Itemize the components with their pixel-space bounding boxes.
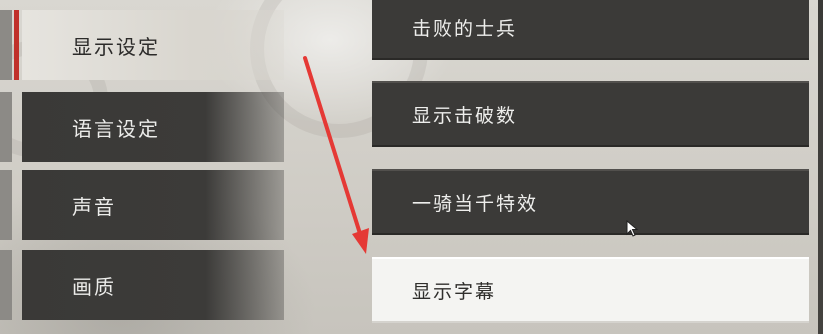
mouse-cursor-icon bbox=[626, 220, 639, 237]
active-indicator bbox=[14, 10, 19, 80]
menu-edge bbox=[0, 250, 12, 320]
menu-item-label: 语言设定 bbox=[72, 116, 160, 141]
option-label: 显示字幕 bbox=[412, 280, 497, 303]
menu-item-language[interactable]: 语言设定 bbox=[22, 92, 284, 162]
menu-edge bbox=[0, 170, 12, 240]
option-defeated-soldiers[interactable]: 击败的士兵 bbox=[372, 0, 809, 60]
option-show-subtitles[interactable]: 显示字幕 bbox=[372, 257, 809, 323]
menu-item-label: 画质 bbox=[72, 274, 116, 299]
option-label: 显示击破数 bbox=[412, 104, 518, 127]
menu-edge bbox=[0, 10, 12, 80]
menu-item-label: 显示设定 bbox=[72, 34, 160, 59]
option-label: 一骑当千特效 bbox=[412, 192, 539, 215]
option-show-kill-count[interactable]: 显示击破数 bbox=[372, 81, 809, 147]
menu-item-display[interactable]: 显示设定 bbox=[22, 10, 284, 80]
option-label: 击败的士兵 bbox=[412, 17, 518, 40]
menu-edge bbox=[0, 92, 12, 162]
option-ikki-tousen-effect[interactable]: 一骑当千特效 bbox=[372, 169, 809, 235]
menu-item-label: 声音 bbox=[72, 194, 116, 219]
scroll-edge bbox=[818, 0, 823, 334]
menu-item-graphics[interactable]: 画质 bbox=[22, 250, 284, 320]
menu-item-sound[interactable]: 声音 bbox=[22, 170, 284, 240]
settings-menu: 显示设定 语言设定 声音 画质 bbox=[0, 0, 300, 334]
